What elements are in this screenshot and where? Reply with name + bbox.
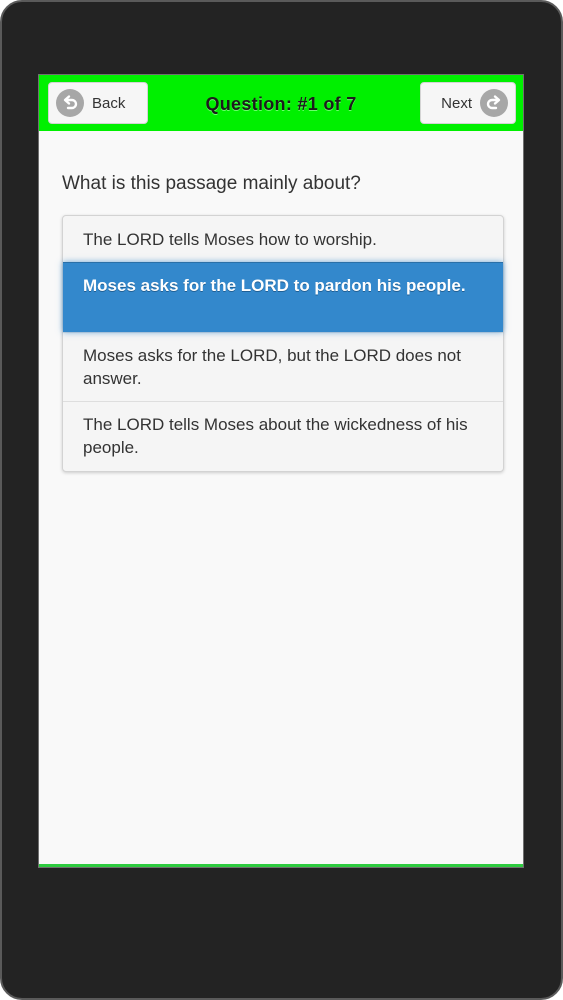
device-frame: Back Question: #1 of 7 Next What is this…	[0, 0, 563, 1000]
bottom-accent-line	[39, 864, 523, 867]
next-button-label: Next	[441, 94, 472, 112]
back-button[interactable]: Back	[48, 82, 148, 124]
next-button[interactable]: Next	[420, 82, 516, 124]
header-bar: Back Question: #1 of 7 Next	[39, 75, 523, 131]
answer-list: The LORD tells Moses how to worship. Mos…	[62, 215, 504, 472]
page-title: Question: #1 of 7	[205, 94, 357, 114]
app-screen: Back Question: #1 of 7 Next What is this…	[38, 74, 524, 868]
answer-option-4[interactable]: The LORD tells Moses about the wickednes…	[63, 401, 503, 471]
question-text: What is this passage mainly about?	[62, 173, 361, 194]
answer-option-3[interactable]: Moses asks for the LORD, but the LORD do…	[63, 332, 503, 401]
answer-option-2-selected[interactable]: Moses asks for the LORD to pardon his pe…	[63, 262, 503, 332]
forward-arrow-icon	[480, 89, 508, 117]
back-arrow-icon	[56, 89, 84, 117]
back-button-label: Back	[92, 94, 126, 112]
answer-option-1[interactable]: The LORD tells Moses how to worship.	[63, 216, 503, 262]
